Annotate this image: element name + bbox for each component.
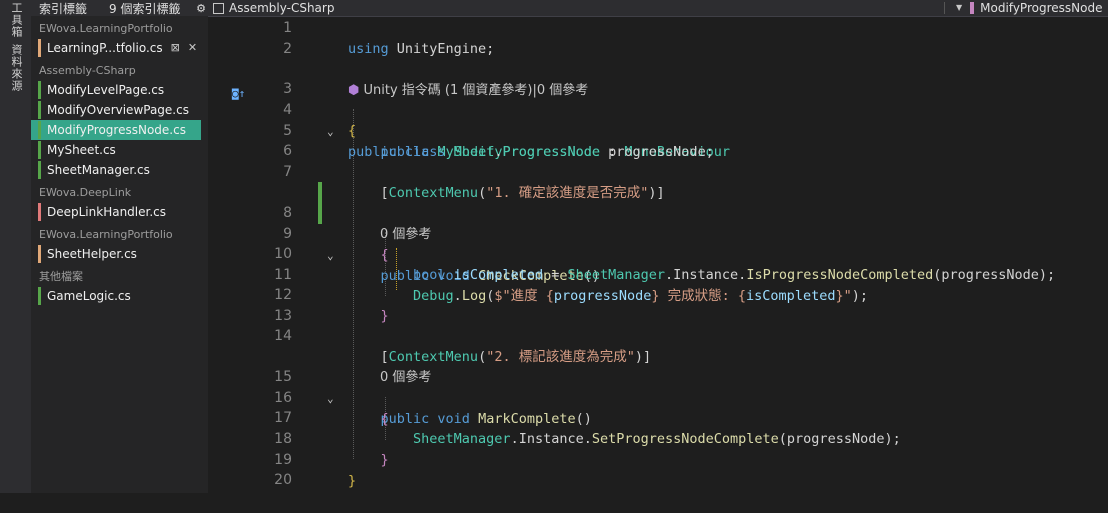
tab-group-header: Assembly-CSharp — [39, 64, 136, 77]
project-label: Assembly-CSharp — [229, 1, 335, 15]
project-color-marker — [38, 101, 41, 119]
tab-index-item[interactable]: DeepLinkHandler.cs — [31, 202, 208, 222]
code-line: } — [380, 308, 389, 324]
tab-index-item[interactable]: SheetHelper.cs — [31, 244, 208, 264]
code-line: ⌄ public void CheckComplete() — [208, 203, 1108, 284]
tab-index-item-label: ModifyOverviewPage.cs — [47, 103, 189, 117]
code-lens-class[interactable]: ⬢ Unity 指令碼 (1 個資產參考)|0 個參考 — [208, 59, 1108, 98]
code-line: Debug.Log($"進度 {progressNode} 完成狀態: {isC… — [413, 288, 868, 304]
project-color-marker — [38, 81, 41, 99]
code-line: public MySheet.ProgressNode progressNode… — [380, 144, 714, 160]
project-color-marker — [38, 141, 41, 159]
project-color-marker — [38, 161, 41, 179]
tab-index-item-label: MySheet.cs — [47, 143, 116, 157]
code-editor[interactable]: 1 2 3 4 5 6 7 8 9 10 11 12 13 14 15 16 17 18 19 20 using Un… — [208, 17, 1108, 493]
project-color-marker — [38, 39, 41, 57]
tab-index-item-label: SheetHelper.cs — [47, 247, 137, 261]
tab-count-dropdown[interactable]: 9 個索引標籤 — [109, 0, 194, 17]
tab-index-title: 索引標籤 — [39, 1, 88, 16]
change-marker — [318, 182, 322, 203]
member-label: ModifyProgressNode — [980, 1, 1103, 15]
project-dropdown[interactable]: Assembly-CSharp — [213, 0, 334, 16]
tab-index-header: 索引標籤 9 個索引標籤 ⚙ — [31, 0, 208, 16]
close-icon[interactable]: ✕ — [188, 38, 197, 58]
tab-group-header: EWova.LearningPortfolio — [39, 22, 173, 35]
gear-icon[interactable]: ⚙ — [194, 2, 208, 15]
code-line: using UnityEngine; — [348, 41, 495, 57]
tab-group-header: 其他檔案 — [39, 270, 83, 283]
tab-group-header: EWova.DeepLink — [39, 186, 132, 199]
tab-index-item[interactable]: GameLogic.cs — [31, 286, 208, 306]
tab-index-item-label: LearningP...tfolio.cs — [47, 41, 163, 55]
tab-index-item[interactable]: SheetManager.cs — [31, 160, 208, 180]
code-line: [ContextMenu("2. 標記該進度為完成")] — [380, 349, 652, 365]
change-marker — [318, 203, 322, 224]
chevron-down-icon: ▼ — [956, 3, 963, 12]
data-source-tab[interactable]: 資料來源 — [8, 44, 24, 92]
tab-index-panel: 索引標籤 9 個索引標籤 ⚙ EWova.LearningPortfolio Le… — [31, 0, 208, 493]
project-color-marker — [38, 203, 41, 221]
code-line: [ContextMenu("1. 確定該進度是否完成")] — [380, 185, 665, 201]
tab-index-item-label: DeepLinkHandler.cs — [47, 205, 167, 219]
tool-strip: 工具箱 資料來源 — [0, 0, 32, 493]
project-color-marker — [38, 121, 41, 139]
tab-index-item-label: ModifyLevelPage.cs — [47, 83, 165, 97]
project-color-marker — [38, 287, 41, 305]
tab-index-item-label: ModifyProgressNode.cs — [47, 123, 186, 137]
code-line: ◙↑ ⌄ public class ModifyProgressNode : M… — [208, 79, 1108, 160]
code-line: bool isCompleted = SheetManager.Instance… — [413, 267, 1056, 283]
code-line: ⌄ public void MarkComplete() — [208, 367, 1108, 427]
editor-navigation-bar: Assembly-CSharp ▼ ModifyProgressNode — [208, 0, 1108, 17]
tab-index-item[interactable]: LearningP...tfolio.cs ⊠ ✕ — [31, 38, 208, 58]
tab-index-item[interactable]: MySheet.cs — [31, 140, 208, 160]
code-line: { — [348, 123, 357, 139]
tab-index-item[interactable]: ModifyProgressNode.cs — [31, 120, 201, 140]
member-dropdown[interactable]: ▼ ModifyProgressNode — [956, 0, 1102, 16]
tab-index-item-label: SheetManager.cs — [47, 163, 150, 177]
project-color-marker — [38, 245, 41, 263]
code-lens-method[interactable]: 0 個參考 — [208, 182, 1108, 242]
pin-icon[interactable]: ⊠ — [171, 38, 180, 58]
code-line: { — [380, 247, 389, 263]
tab-index-item[interactable]: ModifyLevelPage.cs — [31, 80, 208, 100]
class-icon — [970, 2, 975, 14]
tab-index-item-label: GameLogic.cs — [47, 289, 131, 303]
toolbox-tab[interactable]: 工具箱 — [8, 2, 24, 38]
code-line: } — [348, 473, 357, 489]
tab-group-header: EWova.LearningPortfolio — [39, 228, 173, 241]
tab-index-item[interactable]: ModifyOverviewPage.cs — [31, 100, 208, 120]
project-icon — [213, 2, 224, 14]
code-lens-method[interactable]: 0 個參考 — [208, 346, 1108, 385]
divider — [944, 2, 945, 14]
code-line: SheetManager.Instance.SetProgressNodeCom… — [413, 431, 901, 447]
code-line: { — [380, 411, 389, 427]
tab-groups: EWova.LearningPortfolio LearningP...tfoli… — [31, 20, 208, 306]
code-line: } — [380, 452, 389, 468]
